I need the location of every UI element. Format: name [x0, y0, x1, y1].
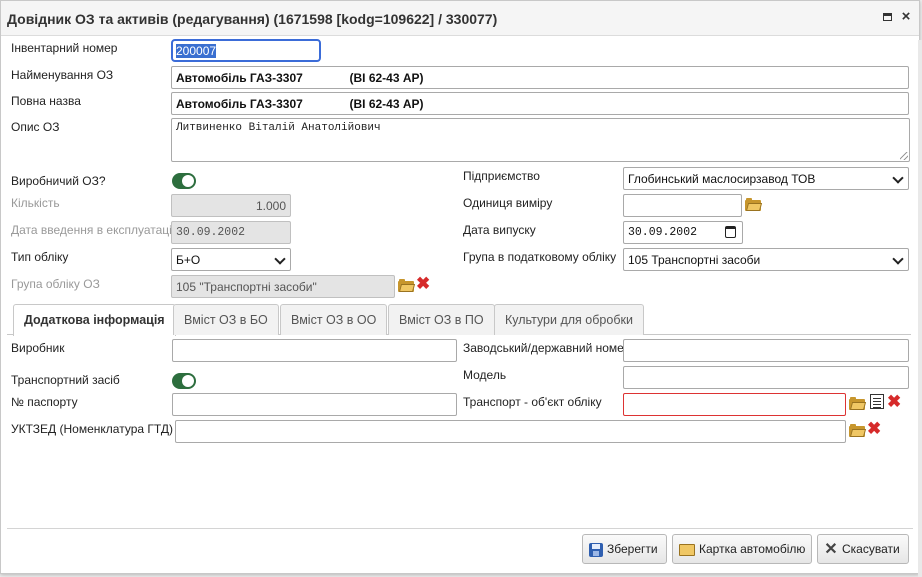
folder-icon[interactable] [398, 279, 416, 292]
footer-divider [7, 528, 913, 529]
tax-group-value: 105 Транспортні засоби [628, 253, 761, 267]
production-toggle[interactable] [172, 173, 196, 189]
uktzed-input[interactable] [175, 420, 846, 443]
inventory-number-label: Інвентарний номер [11, 41, 118, 55]
quantity-input: 1.000 [171, 194, 291, 217]
asset-group-input: 105 "Транспортні засоби" [171, 275, 395, 298]
commission-date-label: Дата введення в експлуатацію [11, 223, 181, 237]
manufacturer-label: Виробник [11, 341, 65, 355]
tax-group-select[interactable]: 105 Транспортні засоби [623, 248, 909, 271]
commission-date-input: 30.09.2002 [171, 221, 291, 244]
dialog-window: Довідник ОЗ та активів (редагування) (16… [0, 0, 920, 574]
inventory-number-input[interactable]: 200007 [171, 39, 321, 62]
accounting-type-select[interactable]: Б+О [171, 248, 291, 271]
delete-icon[interactable]: ✖ [887, 393, 901, 410]
calendar-icon[interactable] [725, 226, 736, 238]
tab-crops[interactable]: Культури для обробки [494, 304, 644, 335]
save-icon [589, 542, 603, 557]
cancel-button-label: Скасувати [842, 542, 900, 556]
enterprise-value: Глобинський маслосирзавод ТОВ [628, 172, 816, 186]
tab-content-bo[interactable]: Вміст ОЗ в БО [173, 304, 279, 335]
release-date-value: 30.09.2002 [628, 226, 698, 239]
cancel-button[interactable]: ✕ Скасувати [817, 534, 909, 564]
name-input[interactable]: Автомобіль ГАЗ-3307 (ВІ 62-43 АР) [171, 66, 909, 89]
serial-number-input[interactable] [623, 339, 909, 362]
description-textarea[interactable]: Литвиненко Віталій Анатолійович [171, 118, 910, 162]
car-card-button-label: Картка автомобілю [699, 542, 806, 556]
manufacturer-input[interactable] [172, 339, 457, 362]
tax-group-label: Група в податковому обліку [463, 250, 617, 264]
description-label: Опис ОЗ [11, 120, 60, 134]
cancel-icon: ✕ [824, 540, 838, 558]
chevron-down-icon [894, 255, 902, 263]
release-date-label: Дата випуску [463, 223, 536, 237]
maximize-icon[interactable] [881, 11, 893, 23]
window-title: Довідник ОЗ та активів (редагування) (16… [7, 11, 498, 27]
resize-grip[interactable] [900, 152, 908, 160]
tab-additional-info[interactable]: Додаткова інформація [13, 304, 176, 336]
accounting-type-label: Тип обліку [11, 250, 69, 264]
car-card-button[interactable]: Картка автомобілю [672, 534, 812, 564]
folder-icon[interactable] [849, 424, 867, 437]
delete-icon[interactable]: ✖ [867, 420, 881, 437]
production-label: Виробничий ОЗ? [11, 174, 106, 188]
full-name-label: Повна назва [11, 94, 81, 108]
list-icon[interactable] [870, 394, 884, 409]
vehicle-toggle[interactable] [172, 373, 196, 389]
unit-input[interactable] [623, 194, 742, 217]
chevron-down-icon [276, 255, 284, 263]
delete-icon[interactable]: ✖ [416, 275, 430, 292]
title-bar[interactable]: Довідник ОЗ та активів (редагування) (16… [1, 1, 919, 36]
folder-icon [679, 543, 695, 556]
save-button[interactable]: Зберегти [582, 534, 667, 564]
close-icon[interactable]: × [900, 9, 912, 24]
folder-icon[interactable] [745, 198, 763, 211]
uktzed-label: УКТЗЕД (Номенклатура ГТД) [11, 422, 173, 436]
transport-object-label: Транспорт - об'єкт обліку [463, 395, 602, 409]
vehicle-label: Транспортний засіб [11, 373, 120, 387]
chevron-down-icon [894, 174, 902, 182]
save-button-label: Зберегти [607, 542, 658, 556]
inventory-number-value: 200007 [176, 44, 217, 58]
tab-content-po[interactable]: Вміст ОЗ в ПО [388, 304, 495, 335]
folder-icon[interactable] [849, 397, 867, 410]
enterprise-label: Підприємство [463, 169, 540, 183]
enterprise-select[interactable]: Глобинський маслосирзавод ТОВ [623, 167, 909, 190]
name-label: Найменування ОЗ [11, 68, 114, 82]
full-name-input[interactable]: Автомобіль ГАЗ-3307 (ВІ 62-43 АР) [171, 92, 909, 115]
unit-label: Одиниця виміру [463, 196, 553, 210]
release-date-input[interactable]: 30.09.2002 [623, 221, 743, 244]
accounting-type-value: Б+О [176, 253, 201, 267]
background-scrollbar [918, 40, 922, 577]
serial-number-label: Заводський/державний номер [463, 341, 631, 355]
description-value: Литвиненко Віталій Анатолійович [176, 122, 381, 134]
passport-number-input[interactable] [172, 393, 457, 416]
tab-bar: Додаткова інформація Вміст ОЗ в БО Вміст… [7, 301, 911, 336]
model-label: Модель [463, 368, 507, 382]
asset-group-label: Група обліку ОЗ [11, 277, 100, 291]
quantity-label: Кількість [11, 196, 60, 210]
tab-content-oo[interactable]: Вміст ОЗ в ОО [280, 304, 388, 335]
transport-object-input[interactable] [623, 393, 846, 416]
passport-number-label: № паспорту [11, 395, 78, 409]
model-input[interactable] [623, 366, 909, 389]
